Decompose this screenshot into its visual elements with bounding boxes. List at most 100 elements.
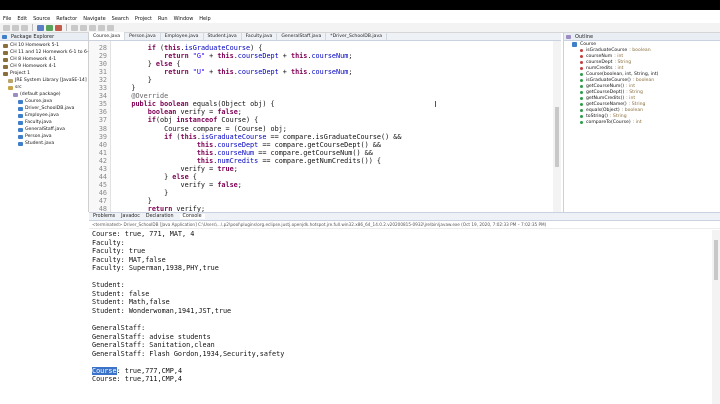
line-number: 28 (98, 44, 107, 52)
outline-class-name: Course (580, 41, 597, 47)
tree-item[interactable]: Driver_SchoolDB.java (0, 105, 88, 112)
line-number: 44 (98, 172, 107, 181)
line-number: 29 (98, 52, 107, 61)
console-scrollbar[interactable] (712, 230, 720, 404)
new-icon[interactable] (3, 24, 10, 31)
tree-item[interactable]: Employee.java (0, 112, 88, 119)
tab-problems[interactable]: Problems (93, 214, 115, 219)
editor-body[interactable]: 28 29 30 31 32 33 34 35 36 37 38 39 40 41 42 43 44 45 46 47… (89, 41, 561, 213)
menu-bar: File Edit Source Refactor Navigate Search Proj… (0, 14, 720, 23)
line-number: 41 (98, 148, 107, 157)
editor-tab[interactable]: GeneralStaff.java (277, 32, 327, 40)
menu-window[interactable]: Window (174, 16, 194, 22)
tree-item-label: Student.java (25, 141, 55, 146)
console-line: GeneralStaff: (92, 324, 146, 333)
member-type: : boolean (632, 77, 655, 83)
java-icon (18, 127, 23, 132)
line-number: 39 (98, 132, 107, 141)
editor-tab[interactable]: Student.java (204, 32, 242, 40)
tree-item[interactable]: CH 11 and 12 Homework 6-1 to 6-3 (0, 49, 92, 56)
proj-icon (3, 43, 8, 48)
new-package-icon[interactable] (80, 24, 87, 31)
outline-tab[interactable]: Outline (564, 33, 720, 41)
console-output[interactable]: Course: true, 771, MAT, 4 Faculty: Faculty… (92, 230, 284, 384)
code-line: if (this.isGraduateCourse) { (147, 44, 263, 52)
editor-scroll-thumb[interactable] (555, 107, 559, 167)
tree-item-label: Driver_SchoolDB.java (25, 106, 75, 111)
editor-tab[interactable]: Person.java (125, 32, 161, 40)
package-explorer-tab[interactable]: Package Explorer (0, 33, 88, 41)
member-type: : boolean (621, 107, 644, 113)
menu-file[interactable]: File (3, 16, 11, 22)
new-java-project-icon[interactable] (71, 24, 78, 31)
tree-item[interactable]: Faculty.java (0, 119, 88, 126)
menu-source[interactable]: Source (33, 16, 50, 22)
code-line: } else { (115, 60, 181, 69)
tree-item-label: src (15, 85, 22, 90)
tree-item[interactable]: GeneralStaff.java (0, 126, 88, 133)
editor-tab[interactable]: Employee.java (161, 32, 204, 40)
tree-item-label: CH 10 Homework 5-1 (10, 43, 60, 48)
private-field-icon (580, 60, 583, 64)
console-scroll-thumb[interactable] (714, 240, 718, 280)
member-name: numCredits (586, 65, 613, 71)
code-line: } (115, 84, 136, 93)
save-icon[interactable] (12, 24, 19, 31)
print-icon[interactable] (21, 24, 28, 31)
menu-edit[interactable]: Edit (17, 16, 27, 22)
tree-item[interactable]: CH 10 Homework 5-1 (0, 42, 88, 49)
menu-refactor[interactable]: Refactor (56, 16, 77, 22)
tree-item[interactable]: src (0, 84, 88, 91)
code-line: } else { (115, 172, 197, 181)
line-number: 35 (98, 100, 107, 109)
member-type: : int (614, 53, 624, 59)
line-number: 37 (98, 116, 107, 125)
console-panel: Problems Javadoc Declaration Console <termi… (89, 212, 720, 404)
tab-javadoc[interactable]: Javadoc (121, 214, 140, 219)
editor-tab[interactable]: *Driver_SchoolDB.java (326, 32, 388, 40)
console-line: Student: (92, 281, 125, 290)
tree-item[interactable]: Student.java (0, 140, 88, 147)
line-number-ruler: 28 29 30 31 32 33 34 35 36 37 38 39 40 41 42 43 44 45 46 47… (89, 41, 111, 213)
java-icon (18, 141, 23, 146)
tree-item[interactable]: CH 8 Homework 4-1 (0, 56, 88, 63)
search-icon[interactable] (107, 24, 114, 31)
public-method-icon (580, 90, 583, 94)
menu-project[interactable]: Project (135, 16, 152, 22)
external-tools-icon[interactable] (55, 24, 62, 31)
editor-scrollbar[interactable] (553, 41, 561, 212)
tree-item[interactable]: JRE System Library [JavaSE-14] (0, 77, 88, 84)
console-line: Student: Wonderwoman,1941,JST,true (92, 306, 232, 315)
console-line: Course: true, 771, MAT, 4 (92, 230, 195, 238)
menu-run[interactable]: Run (158, 16, 168, 22)
tree-item[interactable]: Person.java (0, 133, 88, 140)
run-icon[interactable] (46, 24, 53, 31)
outline-member[interactable]: compareTo(Course): int (564, 119, 720, 125)
editor-tab[interactable]: Faculty.java (242, 32, 278, 40)
code-line: Course compare = (Course) obj; (115, 124, 287, 133)
code-line: return "G" + this.courseDept + this.cour… (164, 52, 353, 61)
code-line: @Override (131, 92, 169, 101)
editor-tab[interactable]: Course.java (89, 32, 126, 40)
new-class-icon[interactable] (89, 24, 96, 31)
tab-console[interactable]: Console (179, 214, 205, 219)
tree-item[interactable]: Course.java (0, 98, 88, 105)
tree-item[interactable]: CH 9 Homework 4-1 (0, 63, 88, 70)
pkg-icon (13, 92, 18, 97)
proj-icon (3, 64, 8, 69)
tree-item[interactable]: Project 1 (0, 70, 88, 77)
menu-navigate[interactable]: Navigate (83, 16, 105, 22)
debug-icon[interactable] (37, 24, 44, 31)
open-type-icon[interactable] (98, 24, 105, 31)
tab-declaration[interactable]: Declaration (146, 214, 174, 219)
tree-item-label: CH 9 Homework 4-1 (10, 64, 57, 69)
menu-search[interactable]: Search (112, 16, 129, 22)
menu-help[interactable]: Help (199, 16, 210, 22)
tree-item[interactable]: (default package) (0, 91, 88, 98)
tree-item-label: Project 1 (10, 71, 31, 76)
console-line: Student: Math,false (92, 298, 170, 307)
code-line: boolean verify = false; (147, 108, 242, 117)
line-number: 43 (98, 164, 107, 173)
toolbar-separator (66, 24, 67, 31)
